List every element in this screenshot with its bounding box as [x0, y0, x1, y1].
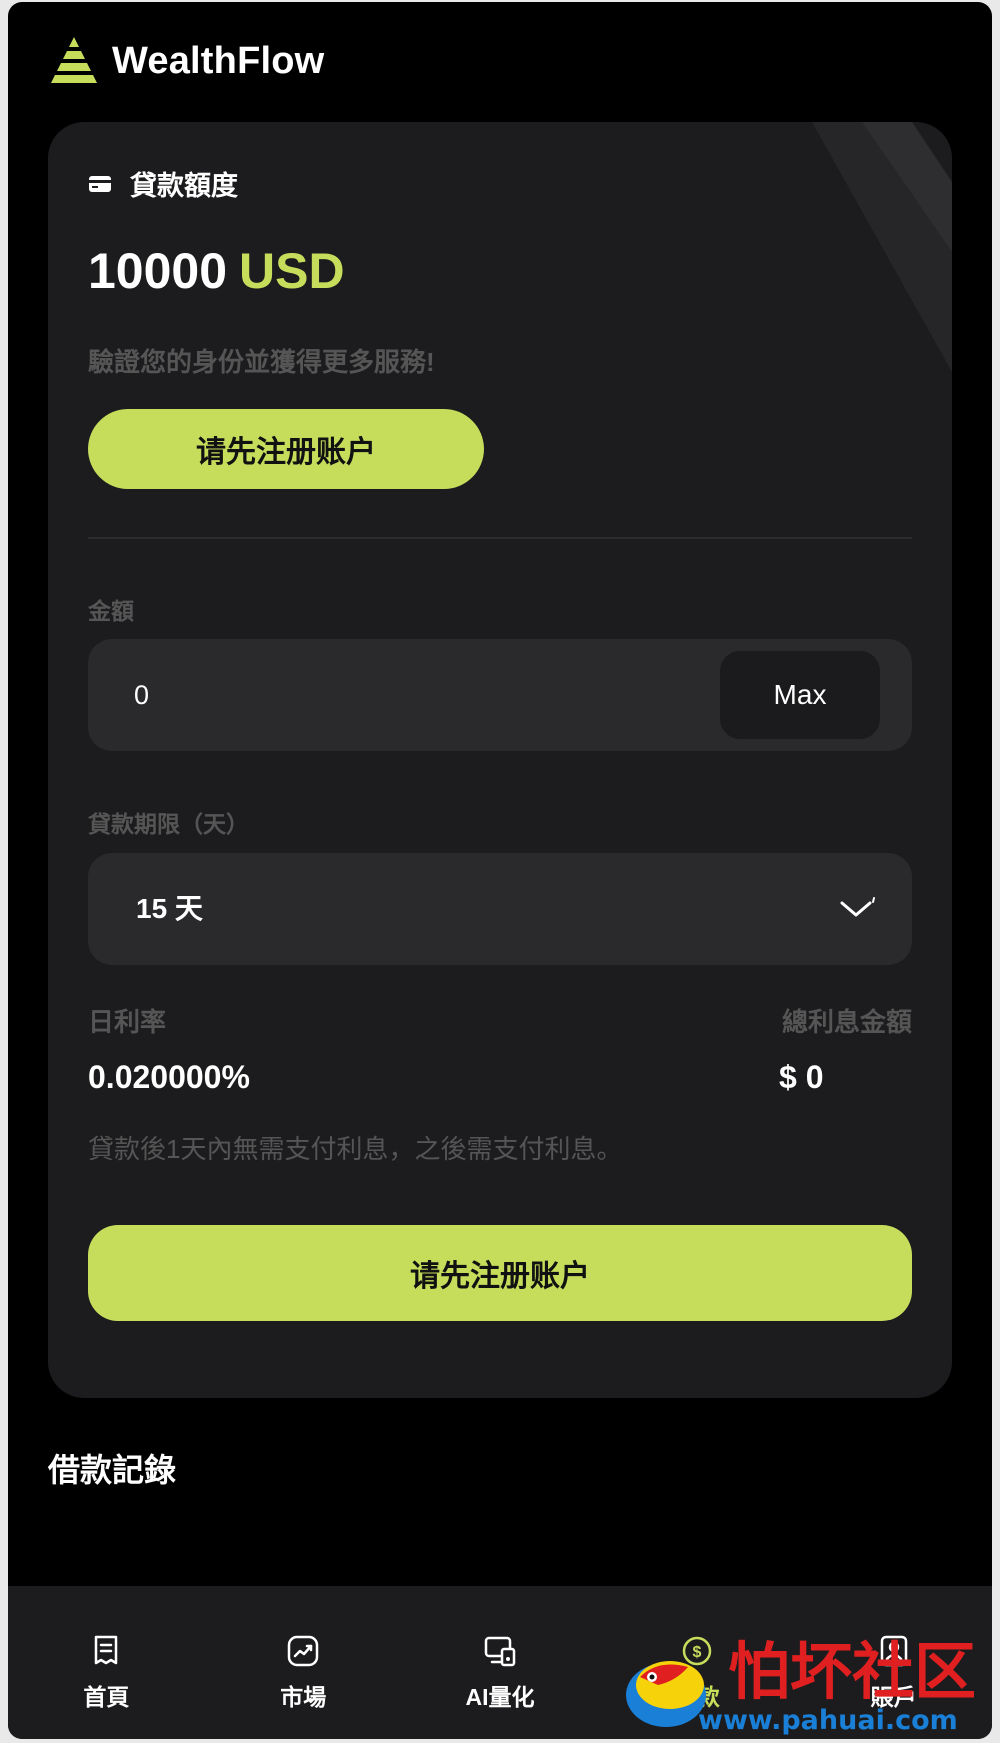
loan-limit-amount: 10000 USD: [88, 242, 345, 300]
nav-label: 首頁: [83, 1684, 130, 1710]
loan-term-select[interactable]: 15 天: [88, 853, 912, 965]
credit-card-icon: [89, 175, 111, 192]
card-decoration: [812, 122, 952, 372]
loan-records-title: 借款記錄: [48, 1452, 177, 1488]
market-chart-icon: [287, 1635, 319, 1667]
loan-limit-title: 貸款額度: [130, 171, 238, 201]
nav-label: 市場: [280, 1684, 327, 1710]
daily-rate-value: 0.020000%: [88, 1059, 250, 1095]
nav-label: 賬戶: [870, 1684, 917, 1710]
loan-icon: $: [682, 1636, 712, 1666]
verify-identity-text: 驗證您的身份並獲得更多服務!: [88, 347, 435, 377]
loan-term-value: 15 天: [136, 893, 203, 924]
nav-item-loan[interactable]: $ 貸款: [598, 1586, 795, 1739]
loan-card: 貸款額度 10000USD 驗證您的身份並獲得更多服務! 请先注册账户 金額 M…: [48, 122, 952, 1398]
brand-name: WealthFlow: [112, 39, 325, 82]
bottom-nav: 首頁 市場 AI量化 $ 貸款 賬戶: [8, 1586, 992, 1739]
total-interest-value: $ 0: [779, 1059, 824, 1095]
chevron-down-icon: [840, 897, 875, 917]
nav-item-home[interactable]: 首頁: [8, 1586, 205, 1739]
loan-limit-title-row: 貸款額度: [88, 164, 238, 203]
nav-item-account[interactable]: 賬戶: [795, 1586, 992, 1739]
amount-input[interactable]: [132, 639, 692, 751]
nav-item-ai-quant[interactable]: AI量化: [402, 1586, 599, 1739]
loan-term-label: 貸款期限（天）: [88, 811, 249, 837]
nav-item-market[interactable]: 市場: [205, 1586, 402, 1739]
daily-rate-label: 日利率: [88, 1007, 167, 1037]
submit-register-button[interactable]: 请先注册账户: [88, 1225, 912, 1321]
amount-label: 金額: [88, 598, 134, 624]
register-account-button[interactable]: 请先注册账户: [88, 409, 484, 489]
card-divider: [88, 537, 912, 539]
nav-label: AI量化: [465, 1684, 535, 1710]
max-button[interactable]: Max: [720, 651, 880, 739]
loan-limit-value: 10000: [88, 243, 228, 299]
total-interest-label: 總利息金額: [781, 1007, 912, 1037]
loan-limit-currency: USD: [239, 243, 345, 299]
app-frame: WealthFlow 貸款額度 10000 USD 驗證您的身份並獲得更多服務! …: [8, 2, 992, 1739]
account-icon: [880, 1635, 907, 1667]
amount-input-box: Max: [88, 639, 912, 751]
home-doc-icon: [95, 1635, 118, 1665]
brand-header: WealthFlow: [48, 32, 324, 90]
interest-note: 貸款後1天內無需支付利息，之後需支付利息。: [88, 1134, 623, 1164]
svg-text:$: $: [692, 1644, 701, 1661]
ai-quant-icon: [484, 1636, 516, 1667]
wealthflow-logo-icon: [51, 37, 97, 83]
nav-label: 貸款: [673, 1684, 720, 1710]
